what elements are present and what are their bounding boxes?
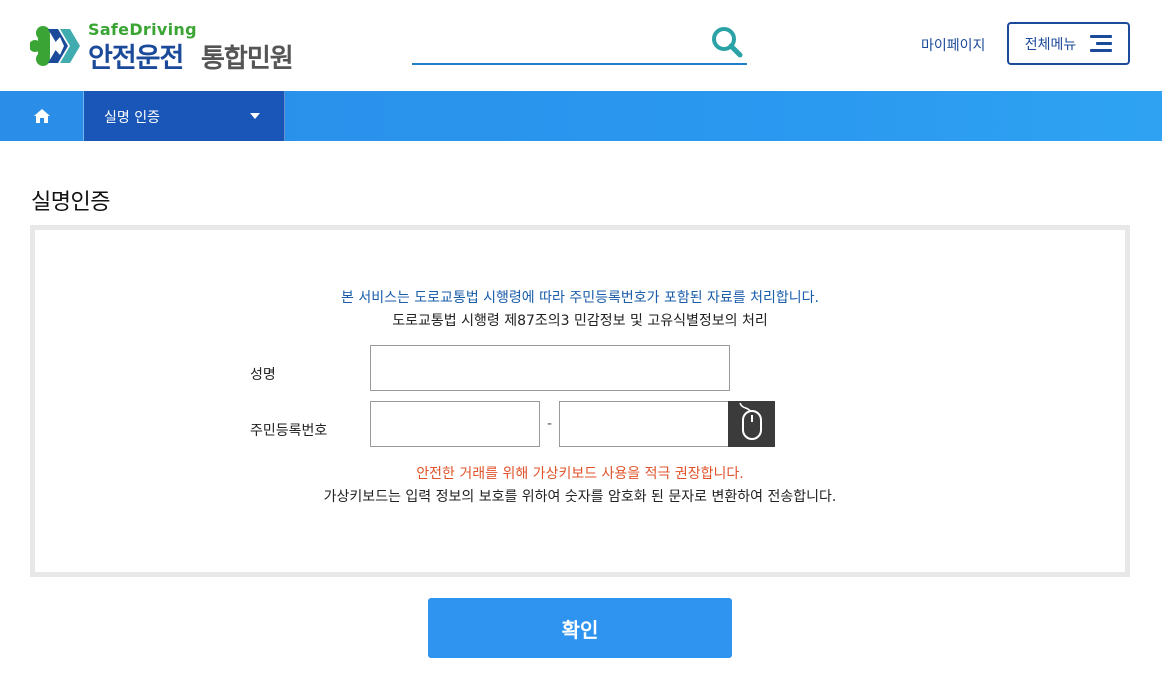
- home-icon: [33, 109, 50, 123]
- home-button[interactable]: [0, 91, 84, 141]
- hamburger-icon: [1090, 34, 1113, 53]
- notice-legal-basis: 본 서비스는 도로교통법 시행령에 따라 주민등록번호가 포함된 자료를 처리합…: [341, 290, 819, 306]
- breadcrumb-dropdown-label: 실명 인증: [104, 110, 160, 126]
- rrn-label: 주민등록번호: [250, 423, 328, 439]
- name-input[interactable]: [370, 345, 730, 391]
- site-logo[interactable]: SafeDriving 안전운전 통합민원: [29, 20, 320, 74]
- search-bar: [412, 22, 747, 65]
- safedriving-logo-icon: [29, 23, 80, 69]
- rrn-back-input[interactable]: [559, 401, 729, 447]
- mouse-icon: [739, 402, 762, 440]
- confirm-button[interactable]: 확인: [428, 598, 732, 658]
- identity-verification-panel: 본 서비스는 도로교통법 시행령에 따라 주민등록번호가 포함된 자료를 처리합…: [30, 225, 1130, 577]
- search-button[interactable]: [709, 24, 745, 60]
- virtual-keyboard-info: 가상키보드는 입력 정보의 보호를 위하여 숫자를 암호화 된 문자로 변환하여…: [323, 489, 837, 505]
- search-icon: [712, 27, 743, 58]
- caret-down-icon: [250, 113, 260, 119]
- rrn-separator: -: [547, 416, 553, 432]
- all-menu-button[interactable]: 전체메뉴: [1007, 22, 1130, 65]
- site-header: SafeDriving 안전운전 통합민원 마이페이지 전체메뉴: [0, 0, 1162, 91]
- logo-ko-sub-text: 통합민원: [201, 44, 294, 74]
- logo-ko-main-text: 안전운전: [88, 43, 184, 74]
- virtual-keyboard-button[interactable]: [728, 401, 775, 447]
- breadcrumb-dropdown[interactable]: 실명 인증: [84, 91, 285, 141]
- logo-wordmark: SafeDriving 안전운전 통합민원: [88, 20, 318, 74]
- page-title: 실명인증: [31, 190, 110, 215]
- all-menu-label: 전체메뉴: [1024, 36, 1077, 53]
- mypage-link[interactable]: 마이페이지: [921, 35, 985, 55]
- virtual-keyboard-recommendation: 안전한 거래를 위해 가상키보드 사용을 적극 권장합니다.: [416, 466, 744, 482]
- name-label: 성명: [250, 367, 276, 383]
- notice-regulation: 도로교통법 시행령 제87조의3 민감정보 및 고유식별정보의 처리: [392, 313, 768, 329]
- search-input[interactable]: [412, 22, 702, 62]
- breadcrumb-nav-bar: 실명 인증: [0, 91, 1162, 141]
- rrn-front-input[interactable]: [370, 401, 540, 447]
